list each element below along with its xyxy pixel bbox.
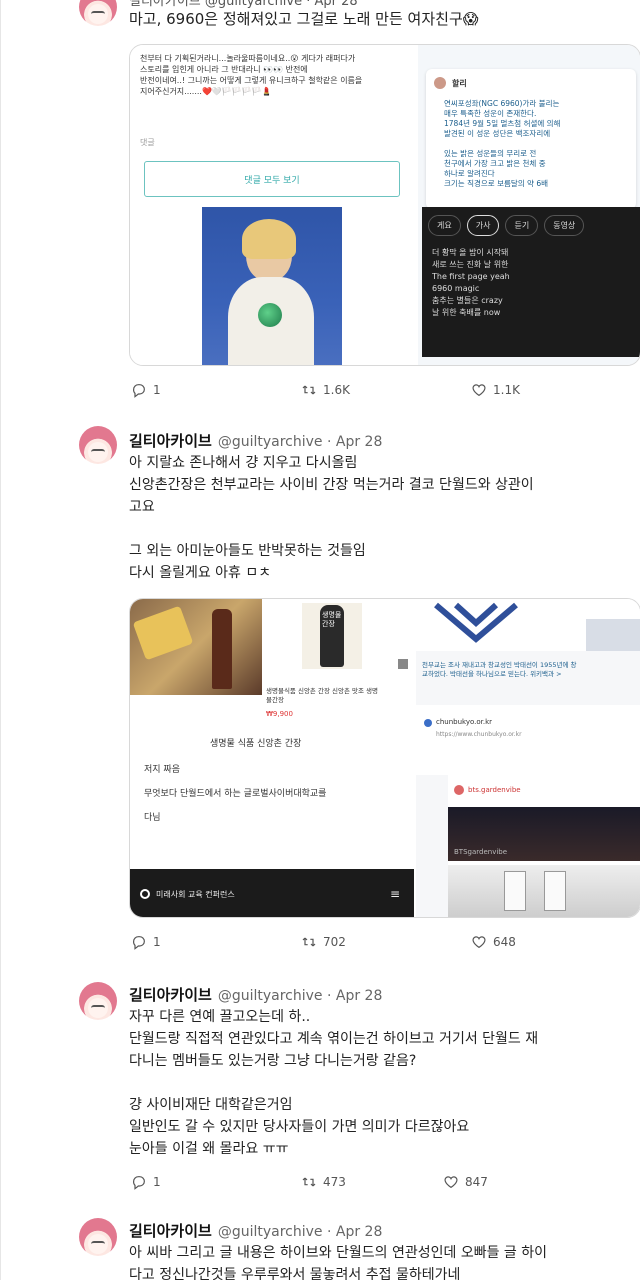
note-line-2: 무엇보다 단월드에서 하는 글로벌사이버대학교를 [144, 789, 327, 799]
handwriting-note: 생명물 식품 신앙촌 간장 [210, 739, 302, 749]
author-name[interactable]: 길티아카이브 [129, 986, 212, 1004]
lyrics-text: 더 황막 올 밤이 시작돼 새로 쓰는 진화 날 위한 The first pa… [432, 248, 510, 317]
retweet-action[interactable]: 473 [301, 1174, 346, 1190]
reply-icon [133, 1176, 145, 1190]
tweet-author[interactable]: 길티아카이브 @guiltyarchive · Apr 28 [129, 984, 382, 1005]
author-name[interactable]: 길티아카이브 [129, 432, 212, 450]
avatar[interactable] [79, 426, 117, 464]
tweet-actions: 1 473 847 [131, 1174, 640, 1196]
like-count: 1.1K [493, 383, 520, 397]
retweet-count: 473 [323, 1175, 346, 1189]
instagram-post: bts.gardenvibe BTSgardenvibe [448, 775, 640, 917]
statue-photo [202, 207, 342, 365]
tweet-actions: 1 702 648 [131, 934, 640, 956]
tweet-author[interactable]: 길티아카이브 @guiltyarchive · Apr 28 [129, 430, 382, 451]
logo-icon [140, 889, 150, 899]
search-collage: 천부교는 조사 재내고과 창교성인 박태선이 1955년에 창 교하었다. 박태… [416, 599, 640, 917]
lyrics-tabs[interactable]: 게요 가사 듣기 동영상 [428, 213, 590, 236]
stage-photo: BTSgardenvibe [448, 807, 640, 861]
retweet-action[interactable]: 702 [301, 934, 346, 950]
retweet-icon [302, 385, 316, 395]
avatar[interactable] [79, 982, 117, 1020]
reply-count: 1 [153, 383, 161, 397]
tweet-2[interactable]: 길티아카이브 @guiltyarchive · Apr 28 아 지랄쇼 존나해서… [1, 420, 640, 960]
insta-avatar [454, 785, 464, 795]
like-action[interactable]: 1.1K [471, 382, 520, 398]
reply-action[interactable]: 1 [131, 1174, 161, 1190]
tab-general[interactable]: 게요 [428, 215, 461, 236]
wiki-snippet: 천부교는 조사 재내고과 창교성인 박태선이 1955년에 창 교하었다. 박태… [422, 661, 577, 678]
site-favicon-icon [424, 719, 432, 727]
site-name[interactable]: chunbukyo.or.kr [436, 717, 492, 728]
heart-icon [444, 1176, 458, 1189]
tweet-3[interactable]: 길티아카이브 @guiltyarchive · Apr 28 자꾸 다른 연예 끌… [1, 976, 640, 1206]
comment-label: 댓글 [140, 138, 155, 147]
like-action[interactable]: 648 [471, 934, 516, 950]
retweet-count: 1.6K [323, 383, 350, 397]
author-handle[interactable]: @guiltyarchive · Apr 28 [218, 988, 383, 1004]
laurel-emblem-icon [434, 602, 640, 651]
like-action[interactable]: 847 [443, 1174, 488, 1190]
photo-caption: BTSgardenvibe [454, 848, 508, 856]
lyrics-panel: 게요 가사 듣기 동영상 더 황막 올 밤이 시작돼 새로 쓰는 진화 날 위한 Th… [422, 207, 640, 357]
product-caption: 생명물식품 신앙촌 간장 신앙촌 맛조 생명 물간장 [266, 687, 378, 704]
tab-video[interactable]: 동영상 [544, 215, 585, 236]
retweet-icon [302, 1177, 316, 1187]
reply-icon [133, 936, 145, 950]
card-avatar [434, 77, 446, 89]
avatar[interactable] [79, 0, 117, 26]
site-url[interactable]: https://www.chunbukyo.or.kr [436, 729, 522, 740]
menu-icon[interactable]: ≡ [390, 887, 400, 901]
tab-lyrics[interactable]: 가사 [466, 215, 500, 236]
heart-icon [472, 936, 486, 949]
reply-icon [133, 384, 145, 398]
retweet-action[interactable]: 1.6K [301, 382, 350, 398]
reply-action[interactable]: 1 [131, 382, 161, 398]
view-all-comments-button[interactable]: 댓글 모두 보기 [144, 161, 400, 197]
scroll-marker [398, 659, 408, 669]
author-name[interactable]: 길티아카이브 [129, 1222, 212, 1240]
tweet-text: 자꾸 다른 연예 끌고오는데 하.. 단월드랑 직접적 연관있다고 계속 엮이는… [129, 1009, 539, 1157]
bottle-label: 생명물 간장 [322, 611, 342, 628]
tweet-text: 마고, 6960은 정해져있고 그걸로 노래 만든 여자친구😱 [129, 10, 479, 28]
like-count: 648 [493, 935, 516, 949]
author-handle[interactable]: @guiltyarchive · Apr 28 [218, 434, 383, 450]
emblem-image [416, 599, 640, 651]
tweet-4[interactable]: 길티아카이브 @guiltyarchive · Apr 28 아 씨바 그리고 글… [1, 1214, 640, 1280]
info-card: 할리 연씨포성좌(NGC 6960)가라 불리는 매우 특족한 성운이 존재한다… [418, 45, 640, 365]
tweet-1[interactable]: 길티아카이브 @guiltyarchive · Apr 28 마고, 6960은… [1, 0, 640, 410]
tweet-actions: 1 1.6K 1.1K [131, 382, 640, 404]
insta-user: bts.gardenvibe [468, 786, 521, 794]
retweet-count: 702 [323, 935, 346, 949]
site-result[interactable]: chunbukyo.or.kr https://www.chunbukyo.or… [416, 705, 640, 775]
author-handle[interactable]: @guiltyarchive · Apr 28 [218, 1224, 383, 1240]
comment-text: 천부터 다 기획된거라니...놀라울따름이네요..😮 게다가 래퍼다가 스토리를… [140, 54, 363, 96]
note-line-1: 저지 짜음 [144, 765, 180, 775]
reply-count: 1 [153, 935, 161, 949]
video-footer[interactable]: 미래사회 교육 컨퍼런스 ≡ [130, 869, 414, 917]
avatar[interactable] [79, 1218, 117, 1256]
heart-icon [472, 384, 486, 397]
product-photo [130, 599, 262, 695]
tweet-text: 아 씨바 그리고 글 내용은 하이브와 단월드의 연관성인데 오빠들 글 하이 … [129, 1245, 548, 1280]
note-line-3: 다님 [144, 813, 161, 823]
reply-action[interactable]: 1 [131, 934, 161, 950]
timeline: 길티아카이브 @guiltyarchive · Apr 28 마고, 6960은… [0, 0, 640, 1280]
card-body: 연씨포성좌(NGC 6960)가라 불리는 매우 특족한 성운이 존재한다. 1… [444, 99, 561, 188]
retweet-icon [302, 937, 316, 947]
product-price: ₩9,900 [266, 710, 293, 718]
like-count: 847 [465, 1175, 488, 1189]
bottle-photo: 생명물 간장 [302, 603, 362, 669]
soy-sauce-collage: 생명물 간장 생명물식품 신앙촌 간장 신앙촌 맛조 생명 물간장 ₩9,900… [130, 599, 414, 917]
tweet-media[interactable]: 생명물 간장 생명물식품 신앙촌 간장 신앙촌 맛조 생명 물간장 ₩9,900… [129, 598, 640, 918]
footer-title: 미래사회 교육 컨퍼런스 [156, 889, 235, 899]
tweet-media[interactable]: 천부터 다 기획된거라니...놀라울따름이네요..😮 게다가 래퍼다가 스토리를… [129, 44, 640, 366]
card-user: 할리 [452, 79, 467, 88]
product-photo-2 [448, 865, 640, 917]
tab-listen[interactable]: 듣기 [505, 215, 539, 236]
tweet-author[interactable]: 길티아카이브 @guiltyarchive · Apr 28 [129, 1220, 382, 1241]
tweet-text: 아 지랄쇼 존나해서 걍 지우고 다시올림 신앙촌간장은 천부교라는 사이비 간… [129, 455, 534, 581]
reply-count: 1 [153, 1175, 161, 1189]
comment-screenshot: 천부터 다 기획된거라니...놀라울따름이네요..😮 게다가 래퍼다가 스토리를… [130, 45, 418, 365]
